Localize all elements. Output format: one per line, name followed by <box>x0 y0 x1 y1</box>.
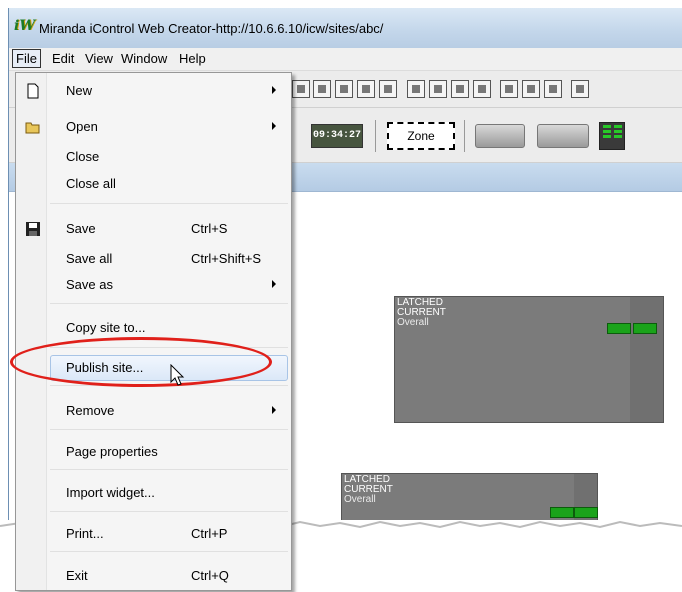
menu-item-label: Save as <box>66 277 113 292</box>
clock-widget-button[interactable]: 09:34:27 <box>311 124 363 148</box>
app-logo-icon: iW <box>14 18 36 34</box>
widget-label-overall: Overall <box>397 317 429 328</box>
menu-item-page-properties[interactable]: Page properties <box>16 442 291 462</box>
ungroup-icon[interactable] <box>379 80 397 98</box>
menu-item-shortcut: Ctrl+S <box>191 221 228 236</box>
menu-bar: File Edit View Window Help <box>9 48 682 71</box>
open-folder-icon <box>25 122 40 134</box>
mouse-pointer-icon <box>170 364 185 386</box>
menu-item-label: Remove <box>66 403 115 418</box>
status-widget[interactable]: LATCHED CURRENT Overall <box>394 296 664 423</box>
file-menu-dropdown: New Open Close Close all Save Ctrl+S Sav… <box>15 72 292 591</box>
menu-item-label: Copy site to... <box>66 320 146 335</box>
menu-separator <box>50 429 288 430</box>
menu-separator <box>50 511 288 512</box>
menu-item-label: Page properties <box>66 444 158 459</box>
menu-item-shortcut: Ctrl+Shift+S <box>191 251 262 266</box>
menu-item-label: Save <box>66 221 96 236</box>
align-top-icon[interactable] <box>473 80 491 98</box>
toolbar-separator <box>375 120 376 152</box>
menu-item-save-all[interactable]: Save all Ctrl+Shift+S <box>16 249 291 269</box>
pen-tool-icon[interactable] <box>292 80 310 98</box>
toolbar-separator <box>464 120 465 152</box>
menu-item-exit[interactable]: Exit Ctrl+Q <box>16 566 291 586</box>
menu-item-save[interactable]: Save Ctrl+S <box>16 219 291 239</box>
menu-item-label: New <box>66 83 93 98</box>
new-page-icon <box>27 83 39 99</box>
status-led <box>607 323 631 334</box>
menu-item-label: Import widget... <box>66 485 155 500</box>
menu-item-label: Close all <box>66 176 116 191</box>
submenu-arrow-icon <box>272 280 276 288</box>
group-icon[interactable] <box>357 80 375 98</box>
align-right-icon[interactable] <box>451 80 469 98</box>
menu-edit[interactable]: Edit <box>52 51 74 66</box>
menu-item-new[interactable]: New <box>16 81 291 101</box>
window-title: Miranda iControl Web Creator-http://10.6… <box>39 21 384 36</box>
submenu-arrow-icon <box>272 86 276 94</box>
align-left-icon[interactable] <box>407 80 425 98</box>
menu-file[interactable]: File <box>12 49 41 68</box>
menu-item-label: Close <box>66 149 100 164</box>
widget-label-overall: Overall <box>344 494 376 505</box>
align-bottom-icon[interactable] <box>522 80 540 98</box>
align-middle-icon[interactable] <box>500 80 518 98</box>
pen-widget-button[interactable] <box>475 124 525 148</box>
distribute-horizontal-icon[interactable] <box>544 80 562 98</box>
menu-item-print[interactable]: Print... Ctrl+P <box>16 524 291 544</box>
menu-item-close-all[interactable]: Close all <box>16 174 291 194</box>
status-led <box>550 507 574 518</box>
menu-help[interactable]: Help <box>179 51 206 66</box>
menu-item-shortcut: Ctrl+Q <box>191 568 229 583</box>
menu-view[interactable]: View <box>85 51 113 66</box>
menu-separator <box>50 303 288 304</box>
menu-item-open[interactable]: Open <box>16 117 291 137</box>
menu-separator <box>50 551 288 552</box>
menu-item-copy-site[interactable]: Copy site to... <box>16 318 291 338</box>
led-grid-widget-icon[interactable] <box>599 122 625 150</box>
menu-item-save-as[interactable]: Save as <box>16 275 291 295</box>
menu-item-label: Print... <box>66 526 104 541</box>
menu-item-label: Save all <box>66 251 113 266</box>
distribute-vertical-icon[interactable] <box>571 80 589 98</box>
menu-item-remove[interactable]: Remove <box>16 401 291 421</box>
send-back-icon[interactable] <box>335 80 353 98</box>
submenu-arrow-icon <box>272 122 276 130</box>
floppy-disk-icon <box>26 222 40 236</box>
pen-widget-alt-button[interactable] <box>537 124 589 148</box>
menu-item-import-widget[interactable]: Import widget... <box>16 483 291 503</box>
menu-separator <box>50 203 288 204</box>
zone-widget-button[interactable]: Zone <box>387 122 455 150</box>
title-bar[interactable]: iW Miranda iControl Web Creator-http://1… <box>9 8 682 48</box>
status-led <box>574 507 598 518</box>
menu-window[interactable]: Window <box>121 51 167 66</box>
status-led <box>633 323 657 334</box>
menu-item-shortcut: Ctrl+P <box>191 526 228 541</box>
submenu-arrow-icon <box>272 406 276 414</box>
highlight-annotation-ellipse <box>10 337 272 387</box>
menu-item-close[interactable]: Close <box>16 147 291 167</box>
menu-item-label: Exit <box>66 568 88 583</box>
align-center-icon[interactable] <box>429 80 447 98</box>
bring-front-icon[interactable] <box>313 80 331 98</box>
menu-separator <box>50 469 288 470</box>
menu-item-label: Open <box>66 119 98 134</box>
